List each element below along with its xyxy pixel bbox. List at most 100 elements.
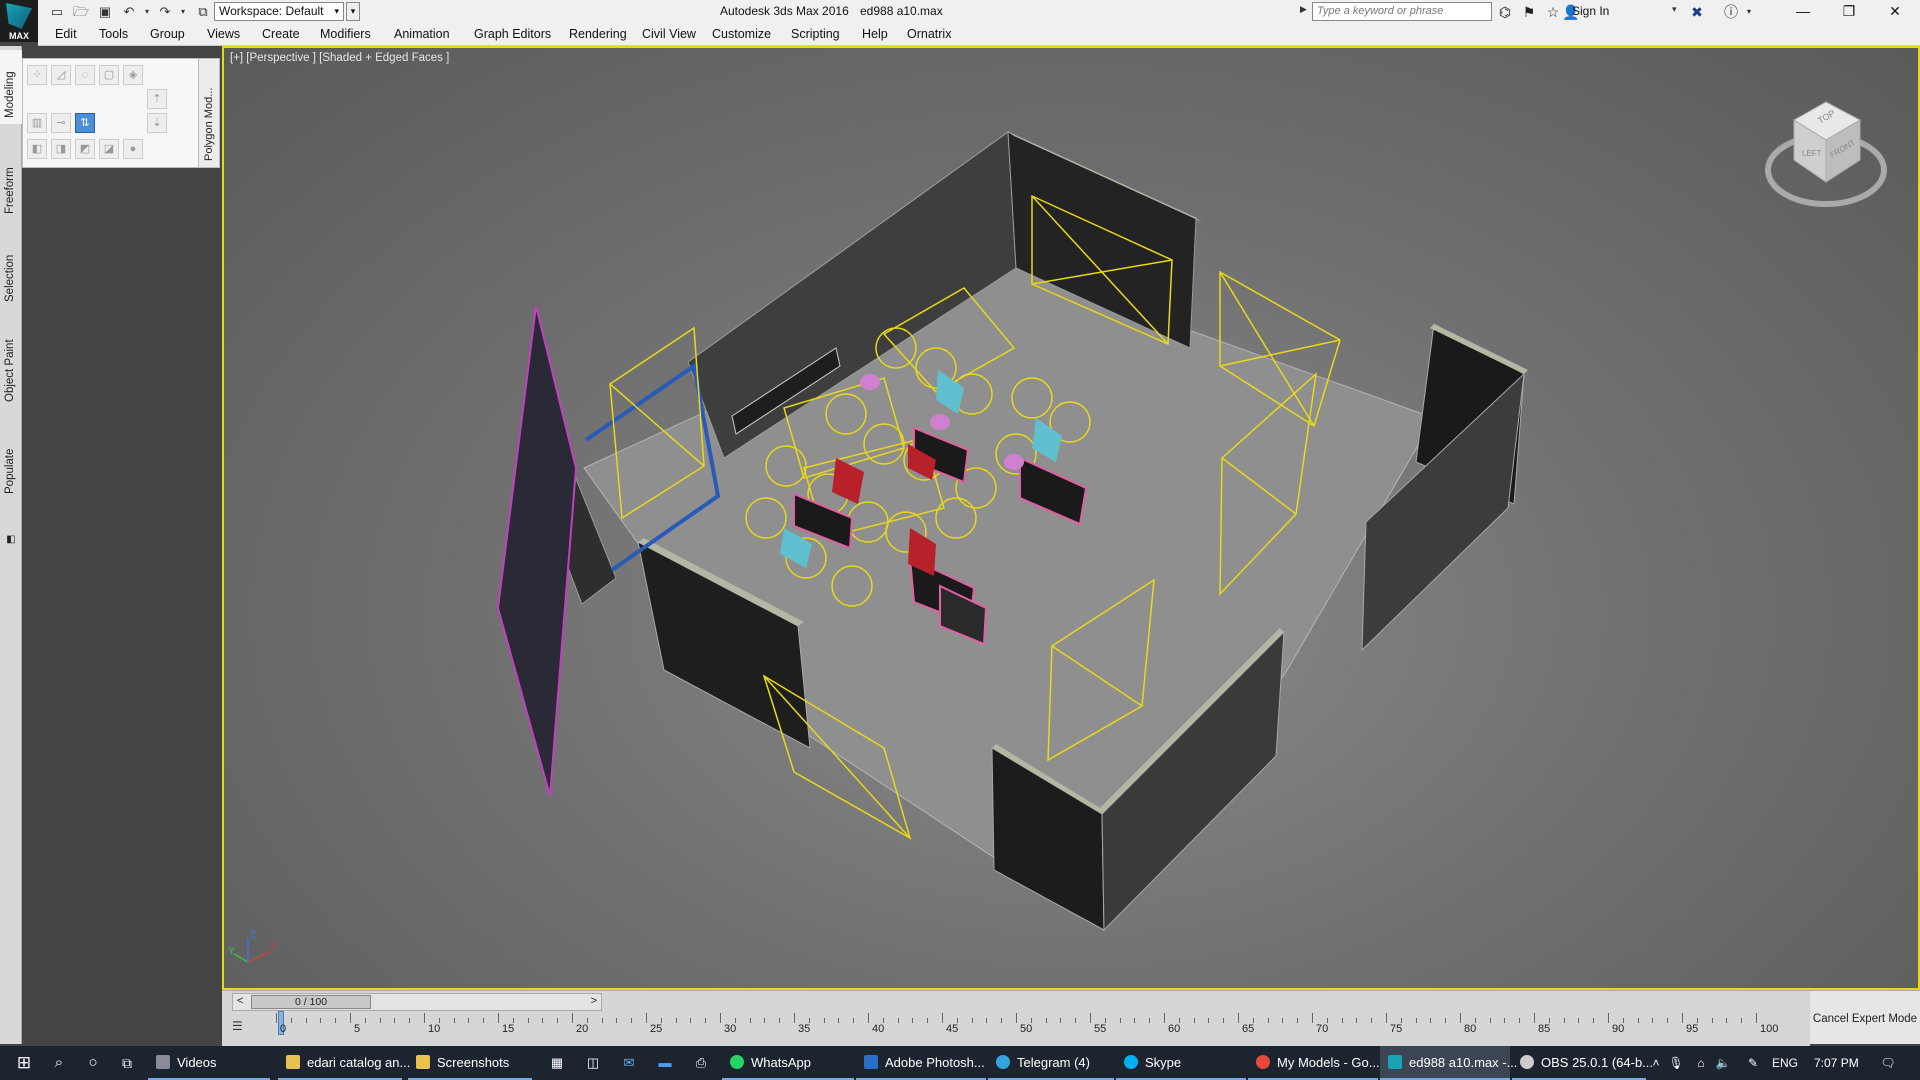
cortana-icon[interactable]: ○ (76, 1046, 110, 1080)
taskbar-app-chrome[interactable]: My Models - Go... (1248, 1046, 1380, 1080)
close-icon[interactable]: ✕ (1872, 0, 1918, 24)
microphone-icon[interactable]: 🎙 (1668, 1046, 1684, 1080)
timeline-tick-label: 85 (1538, 1023, 1551, 1035)
binoculars-icon[interactable]: ⌬ (1496, 3, 1514, 21)
menu-graph-editors[interactable]: Graph Editors (474, 27, 551, 41)
cancel-expert-mode-button[interactable]: Cancel Expert Mode (1810, 990, 1920, 1044)
pin-stack-icon[interactable]: ⊸ (51, 113, 71, 133)
tab-modeling[interactable]: Modeling (0, 50, 22, 124)
favorites-star-icon[interactable]: ☆ (1544, 3, 1562, 21)
menu-customize[interactable]: Customize (712, 27, 771, 41)
modify-mode-icon[interactable]: ▥ (27, 113, 47, 133)
tab-selection[interactable]: Selection (0, 246, 22, 310)
vertex-mode-icon[interactable]: ⁘ (27, 65, 47, 85)
polygon-modeling-panel[interactable]: Polygon Mod... (198, 58, 220, 168)
taskbar-app-obs[interactable]: OBS 25.0.1 (64-b... (1512, 1046, 1653, 1080)
menu-ornatrix[interactable]: Ornatrix (907, 27, 951, 41)
sign-in-button[interactable]: Sign In (1572, 4, 1609, 18)
search-icon[interactable]: ⌕ (42, 1046, 76, 1080)
windows-start-icon[interactable]: ⊞ (6, 1046, 42, 1080)
printer-icon[interactable]: ⎙ (686, 1046, 716, 1080)
language-indicator[interactable]: ENG (1772, 1046, 1798, 1080)
track-bar[interactable]: 0 5 10 15 20 25 30 35 40 45 50 55 60 65 70 75 80 85 90 95 10… (276, 1011, 1778, 1043)
menu-rendering[interactable]: Rendering (569, 27, 627, 41)
volume-icon[interactable]: 🔈 (1714, 1046, 1732, 1080)
taskbar-app-photoshop[interactable]: Adobe Photosh... (856, 1046, 986, 1080)
redo-dropdown-icon[interactable]: ▾ (174, 3, 192, 21)
show-hidden-icons-icon[interactable]: ˄ (1648, 1046, 1664, 1080)
menu-civil-view[interactable]: Civil View (642, 27, 696, 41)
time-slider[interactable]: < 0 / 100 > (232, 993, 602, 1011)
menu-edit[interactable]: Edit (55, 27, 77, 41)
time-prev-button[interactable]: < (237, 995, 243, 1007)
help-icon[interactable]: ⓘ (1722, 3, 1740, 21)
undo-dropdown-icon[interactable]: ▾ (138, 3, 156, 21)
menu-tools[interactable]: Tools (99, 27, 128, 41)
ribbon-toggle-icon[interactable]: ◧ (0, 534, 22, 554)
element-mode-icon[interactable]: ◈ (123, 65, 143, 85)
search-input[interactable]: Type a keyword or phrase (1312, 2, 1492, 21)
sign-in-dropdown-icon[interactable]: ▾ (1672, 4, 1677, 15)
stack-down-icon[interactable]: ⇣ (147, 113, 167, 133)
taskbar-app-whatsapp[interactable]: WhatsApp (722, 1046, 854, 1080)
exchange-apps-icon[interactable]: ✖ (1688, 3, 1706, 21)
task-view-icon[interactable]: ⧉ (110, 1046, 144, 1080)
edit-poly-icon[interactable]: ◨ (51, 139, 71, 159)
workspace-dropdown[interactable]: Workspace: Default ▾ (214, 2, 344, 21)
minimize-icon[interactable]: — (1780, 0, 1826, 24)
menu-animation[interactable]: Animation (394, 27, 450, 41)
tab-freeform[interactable]: Freeform (0, 154, 22, 224)
viewport-label[interactable]: [+] [Perspective ] [Shaded + Edged Faces… (230, 52, 449, 64)
open-file-icon[interactable]: 🗁 (72, 3, 90, 21)
scene-render[interactable] (224, 48, 1920, 990)
new-file-icon[interactable]: ▭ (48, 3, 66, 21)
menu-group[interactable]: Group (150, 27, 185, 41)
network-icon[interactable]: ⌂ (1692, 1046, 1710, 1080)
taskbar-app-explorer-catalog[interactable]: edari catalog an... (278, 1046, 410, 1080)
editable-poly-icon[interactable]: ◩ (75, 139, 95, 159)
tab-object-paint[interactable]: Object Paint (0, 336, 22, 412)
menu-modifiers[interactable]: Modifiers (320, 27, 371, 41)
keymode-toggle-icon[interactable]: ☰ (232, 1019, 250, 1037)
help-dropdown-icon[interactable]: ▾ (1740, 3, 1758, 21)
taskbar-app-3dsmax[interactable]: ed988 a10.max -... (1380, 1046, 1517, 1080)
time-slider-thumb[interactable]: 0 / 100 (251, 995, 371, 1009)
store-icon[interactable]: ◫ (578, 1046, 608, 1080)
redo-icon[interactable]: ↷ (156, 3, 174, 21)
show-end-result-icon[interactable]: ⇅ (75, 113, 95, 133)
menu-help[interactable]: Help (862, 27, 888, 41)
apply-mesh-icon[interactable]: ◪ (99, 139, 119, 159)
pen-icon[interactable]: ✎ (1744, 1046, 1762, 1080)
desktop-icon[interactable]: ▬ (650, 1046, 680, 1080)
restore-icon[interactable]: ❐ (1826, 0, 1872, 24)
taskbar-app-skype[interactable]: Skype (1116, 1046, 1246, 1080)
communication-center-icon[interactable]: ⚑ (1520, 3, 1538, 21)
stack-up-icon[interactable]: ⇡ (147, 89, 167, 109)
calculator-icon[interactable]: ▦ (542, 1046, 572, 1080)
save-icon[interactable]: ▣ (96, 3, 114, 21)
menu-scripting[interactable]: Scripting (791, 27, 840, 41)
preserve-uvs-icon[interactable]: ● (123, 139, 143, 159)
viewcube[interactable]: TOP LEFT FRONT (1764, 96, 1894, 226)
quick-access-customize-icon[interactable]: ▾ (346, 2, 360, 21)
clock[interactable]: 7:07 PM (1814, 1046, 1859, 1080)
perspective-viewport[interactable]: [+] [Perspective ] [Shaded + Edged Faces… (222, 46, 1920, 990)
undo-icon[interactable]: ↶ (120, 3, 138, 21)
notifications-icon[interactable]: 🗨 (1876, 1046, 1900, 1080)
application-menu-button[interactable]: MAX (0, 0, 38, 42)
polygon-mode-icon[interactable]: ▢ (99, 65, 119, 85)
timeline-tick (1711, 1018, 1713, 1023)
time-next-button[interactable]: > (591, 995, 597, 1007)
border-mode-icon[interactable]: ◌ (75, 65, 95, 85)
mail-icon[interactable]: ✉ (614, 1046, 644, 1080)
taskbar-app-screenshots[interactable]: Screenshots (408, 1046, 532, 1080)
menu-views[interactable]: Views (207, 27, 240, 41)
edge-mode-icon[interactable]: ◿ (51, 65, 71, 85)
search-expand-icon[interactable]: ▶ (1300, 4, 1307, 15)
project-folder-icon[interactable]: ⧉ (194, 3, 212, 21)
menu-create[interactable]: Create (262, 27, 300, 41)
taskbar-app-telegram[interactable]: Telegram (4) (988, 1046, 1114, 1080)
tab-populate[interactable]: Populate (0, 438, 22, 502)
taskbar-app-videos[interactable]: Videos (148, 1046, 270, 1080)
collapse-stack-icon[interactable]: ◧ (27, 139, 47, 159)
